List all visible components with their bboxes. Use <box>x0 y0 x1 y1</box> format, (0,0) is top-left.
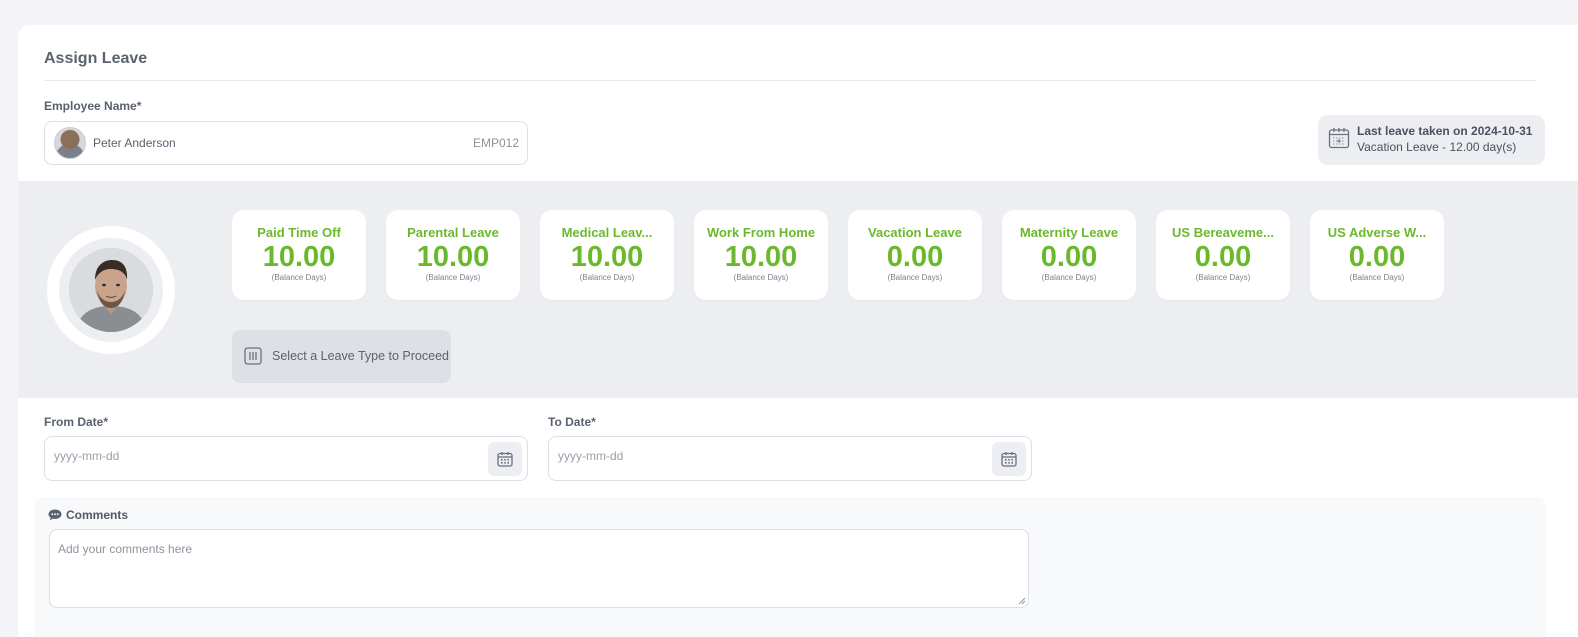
leave-type-name: Vacation Leave <box>868 225 962 240</box>
leave-balance-value: 0.00 <box>886 241 944 273</box>
employee-name-label: Employee Name* <box>44 99 142 113</box>
leave-type-name: Work From Home <box>706 225 816 240</box>
leave-type-name: US Bereaveme... <box>1172 225 1274 240</box>
leave-balance-caption: (Balance Days) <box>425 273 481 282</box>
employee-photo-frame <box>47 226 175 354</box>
leave-balance-panel: Paid Time Off 10.00 (Balance Days) Paren… <box>18 181 1578 398</box>
comments-section: Comments <box>34 497 1546 637</box>
leave-balance-caption: (Balance Days) <box>733 273 789 282</box>
leave-type-card[interactable]: US Adverse W... 0.00 (Balance Days) <box>1310 210 1444 300</box>
to-date-label: To Date* <box>548 415 596 429</box>
last-leave-date: Last leave taken on 2024-10-31 <box>1357 124 1533 138</box>
employee-select[interactable]: Peter Anderson EMP012 <box>44 121 528 165</box>
leave-balance-caption: (Balance Days) <box>887 273 943 282</box>
leave-type-card[interactable]: Vacation Leave 0.00 (Balance Days) <box>848 210 982 300</box>
to-date-input[interactable] <box>558 449 978 463</box>
to-date-field[interactable] <box>548 436 1032 481</box>
leave-type-card[interactable]: Medical Leav... 10.00 (Balance Days) <box>540 210 674 300</box>
last-leave-detail: Vacation Leave - 12.00 day(s) <box>1357 140 1517 154</box>
from-date-calendar-button[interactable] <box>488 442 522 476</box>
leave-type-name: US Adverse W... <box>1327 225 1427 240</box>
leave-type-name: Maternity Leave <box>1019 225 1119 240</box>
comments-field[interactable] <box>49 529 1029 608</box>
employee-code: EMP012 <box>472 136 519 150</box>
leave-balance-caption: (Balance Days) <box>1349 273 1405 282</box>
employee-avatar <box>54 127 86 159</box>
leave-type-name: Paid Time Off <box>257 225 341 240</box>
calendar-icon <box>1001 452 1017 467</box>
leave-balance-value: 0.00 <box>1194 241 1252 273</box>
leave-balance-value: 10.00 <box>570 241 644 273</box>
comments-label: Comments <box>48 508 128 522</box>
employee-photo <box>69 248 153 332</box>
page-title: Assign Leave <box>44 50 148 67</box>
employee-name-value: Peter Anderson <box>93 136 176 150</box>
leave-balance-value: 0.00 <box>1348 241 1406 273</box>
leave-balance-caption: (Balance Days) <box>1041 273 1097 282</box>
leave-type-name: Medical Leav... <box>561 225 653 240</box>
leave-balance-caption: (Balance Days) <box>579 273 635 282</box>
comments-label-text: Comments <box>66 508 129 522</box>
leave-type-card[interactable]: US Bereaveme... 0.00 (Balance Days) <box>1156 210 1290 300</box>
to-date-calendar-button[interactable] <box>992 442 1026 476</box>
leave-type-card[interactable]: Paid Time Off 10.00 (Balance Days) <box>232 210 366 300</box>
leave-type-card[interactable]: Work From Home 10.00 (Balance Days) <box>694 210 828 300</box>
calendar-icon <box>497 452 513 467</box>
select-leave-type-hint: Select a Leave Type to Proceed <box>232 330 451 383</box>
leave-balance-value: 10.00 <box>416 241 490 273</box>
leave-balance-caption: (Balance Days) <box>1195 273 1251 282</box>
leave-balance-value: 10.00 <box>262 241 336 273</box>
leave-balance-value: 10.00 <box>724 241 798 273</box>
leave-balance-caption: (Balance Days) <box>271 273 327 282</box>
leave-balance-value: 0.00 <box>1040 241 1098 273</box>
from-date-field[interactable] <box>44 436 528 481</box>
from-date-label: From Date* <box>44 415 109 429</box>
comments-input[interactable] <box>58 542 1018 602</box>
columns-icon <box>244 347 262 365</box>
leave-type-name: Parental Leave <box>407 225 499 240</box>
from-date-input[interactable] <box>54 449 474 463</box>
last-leave-info: Last leave taken on 2024-10-31 Vacation … <box>1318 115 1545 165</box>
resize-handle-icon[interactable] <box>1018 597 1026 605</box>
leave-type-card[interactable]: Parental Leave 10.00 (Balance Days) <box>386 210 520 300</box>
title-divider <box>44 80 1536 81</box>
calendar-icon <box>1328 128 1350 149</box>
select-hint-text: Select a Leave Type to Proceed <box>272 349 449 363</box>
leave-type-card[interactable]: Maternity Leave 0.00 (Balance Days) <box>1002 210 1136 300</box>
assign-leave-card: Assign Leave Employee Name* Peter Anders… <box>18 25 1578 637</box>
chat-icon <box>48 509 62 521</box>
